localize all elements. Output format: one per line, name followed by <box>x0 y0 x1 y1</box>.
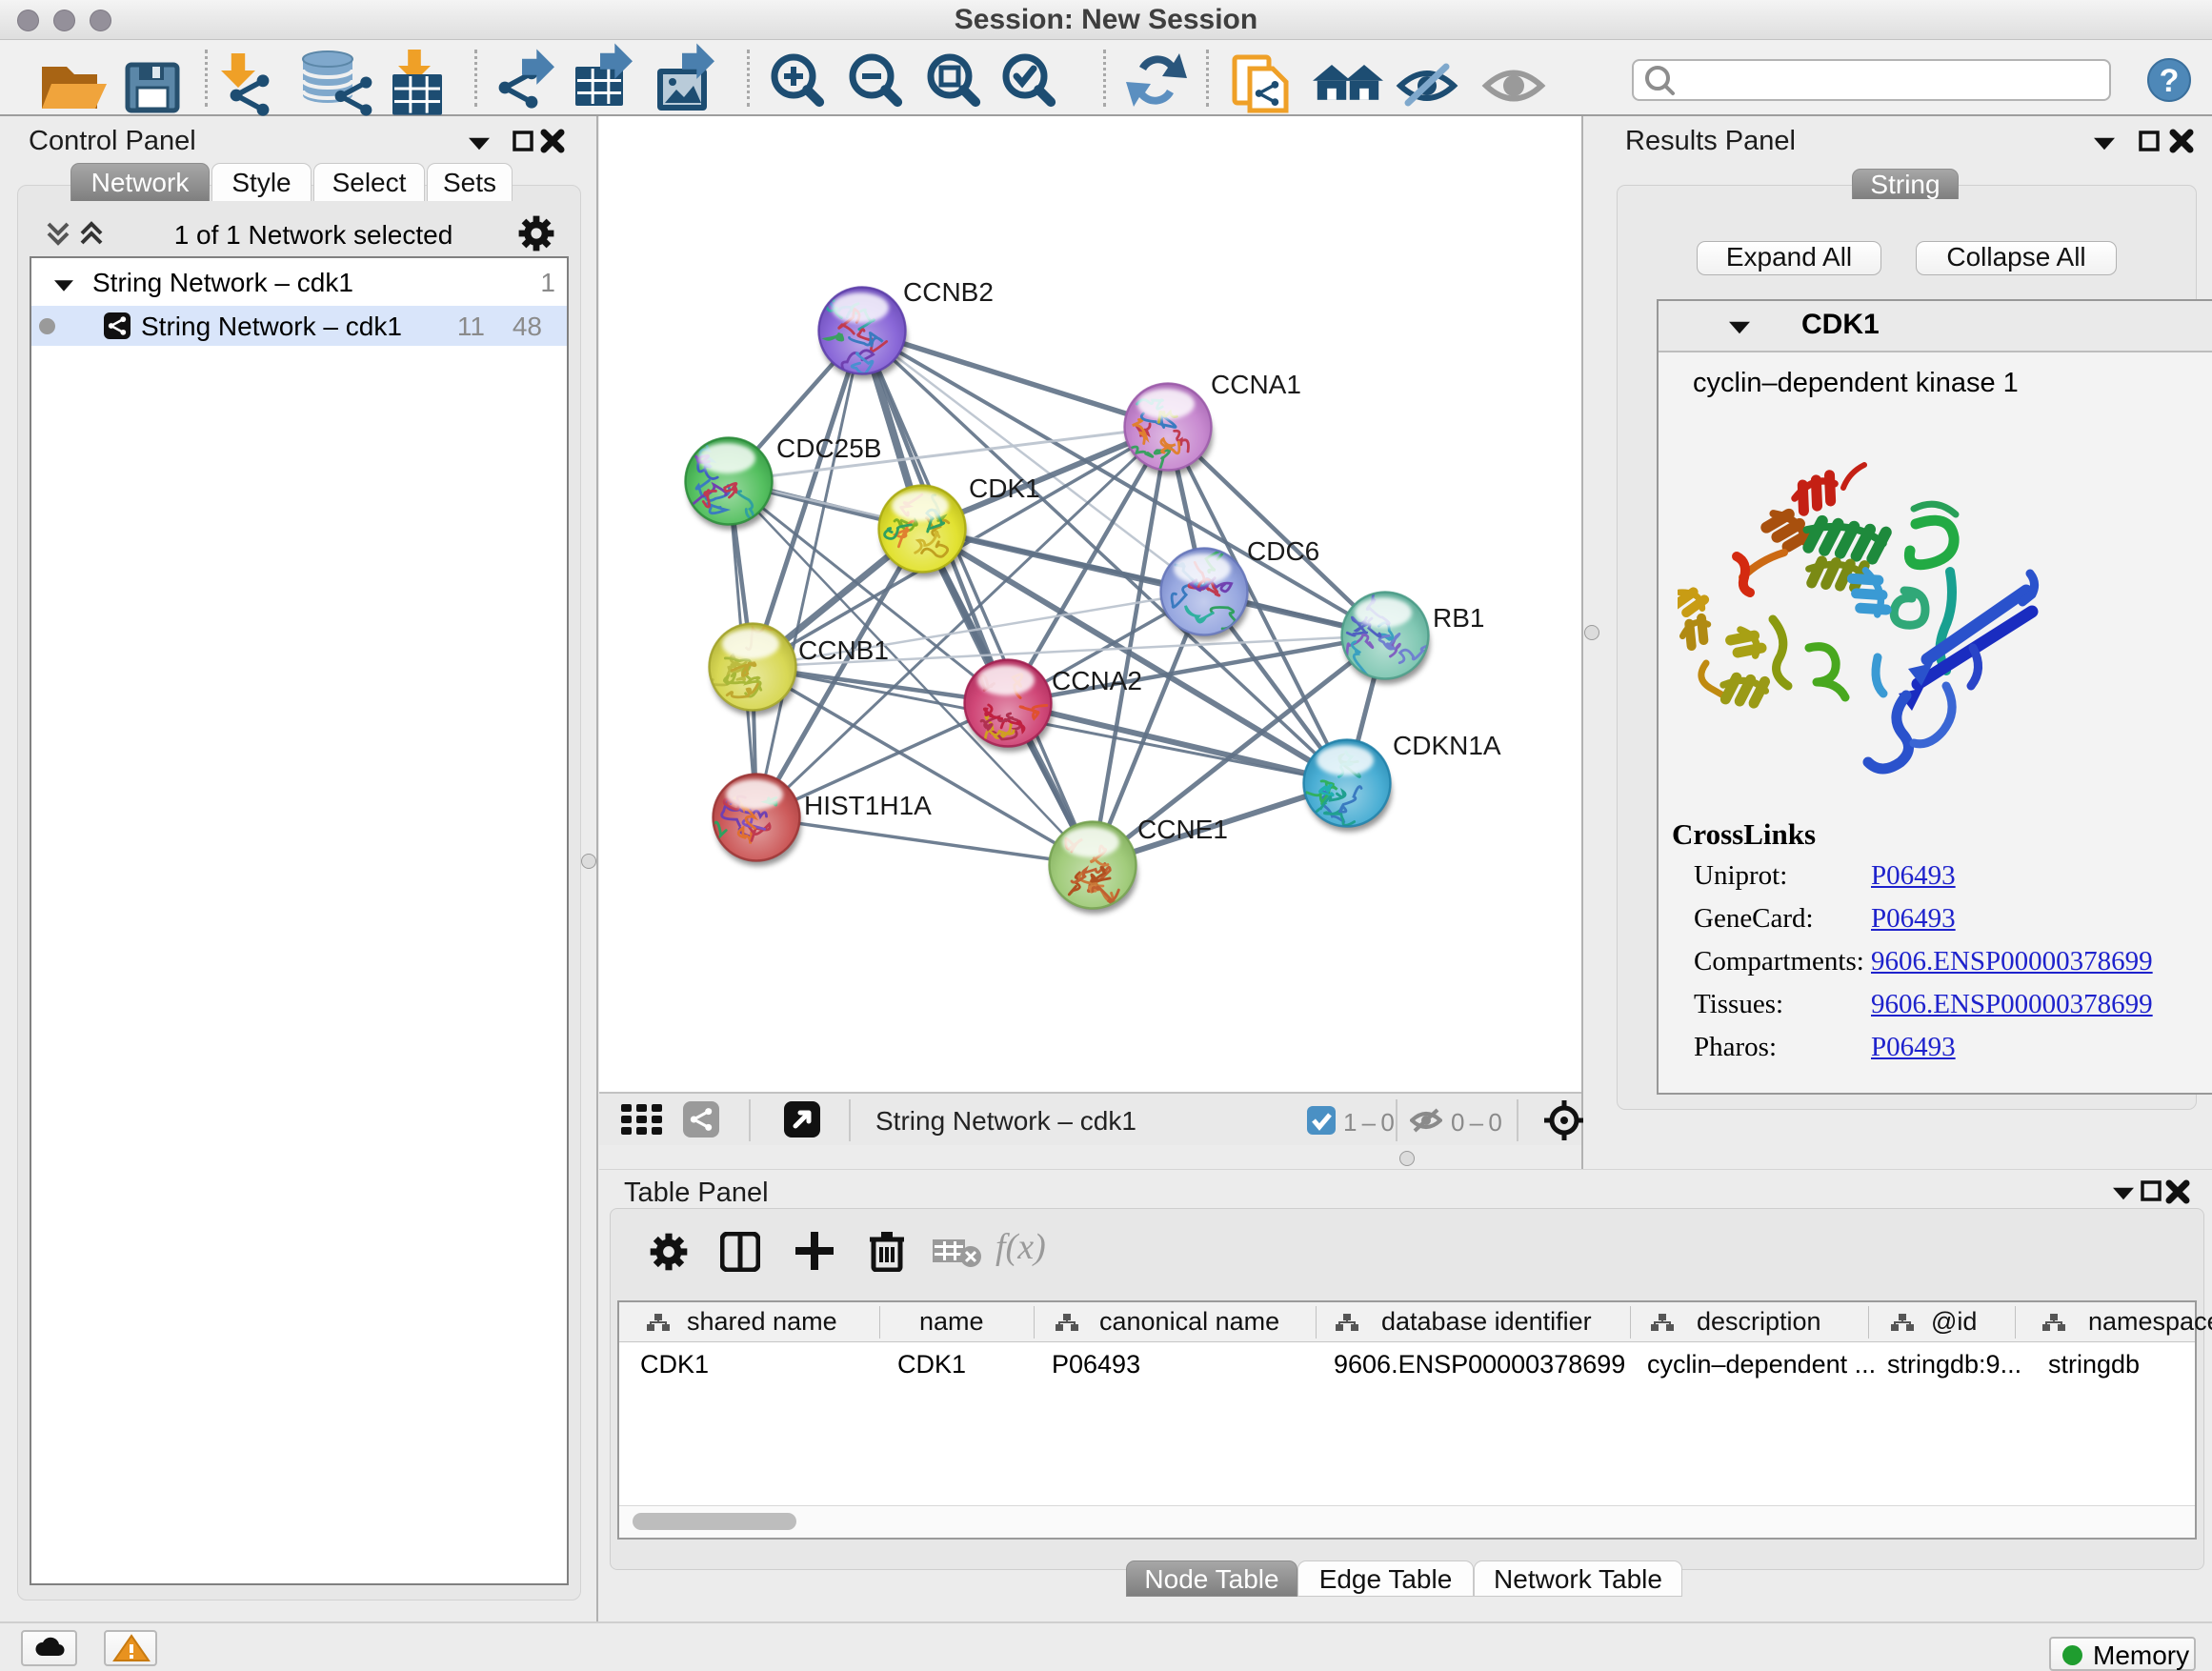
svg-text:CDKN1A: CDKN1A <box>1393 731 1501 760</box>
svg-text:CCNA1: CCNA1 <box>1211 370 1301 399</box>
svg-text:CDC25B: CDC25B <box>776 433 881 463</box>
svg-text:CCNB1: CCNB1 <box>798 635 889 665</box>
svg-text:CCNB2: CCNB2 <box>903 277 994 307</box>
svg-text:RB1: RB1 <box>1433 603 1484 633</box>
svg-text:CCNE1: CCNE1 <box>1137 815 1228 844</box>
svg-text:?: ? <box>2160 63 2180 99</box>
svg-text:CCNA2: CCNA2 <box>1052 666 1142 695</box>
svg-text:CDK1: CDK1 <box>969 473 1040 503</box>
svg-text:HIST1H1A: HIST1H1A <box>804 791 932 820</box>
svg-text:CDC6: CDC6 <box>1247 536 1319 566</box>
